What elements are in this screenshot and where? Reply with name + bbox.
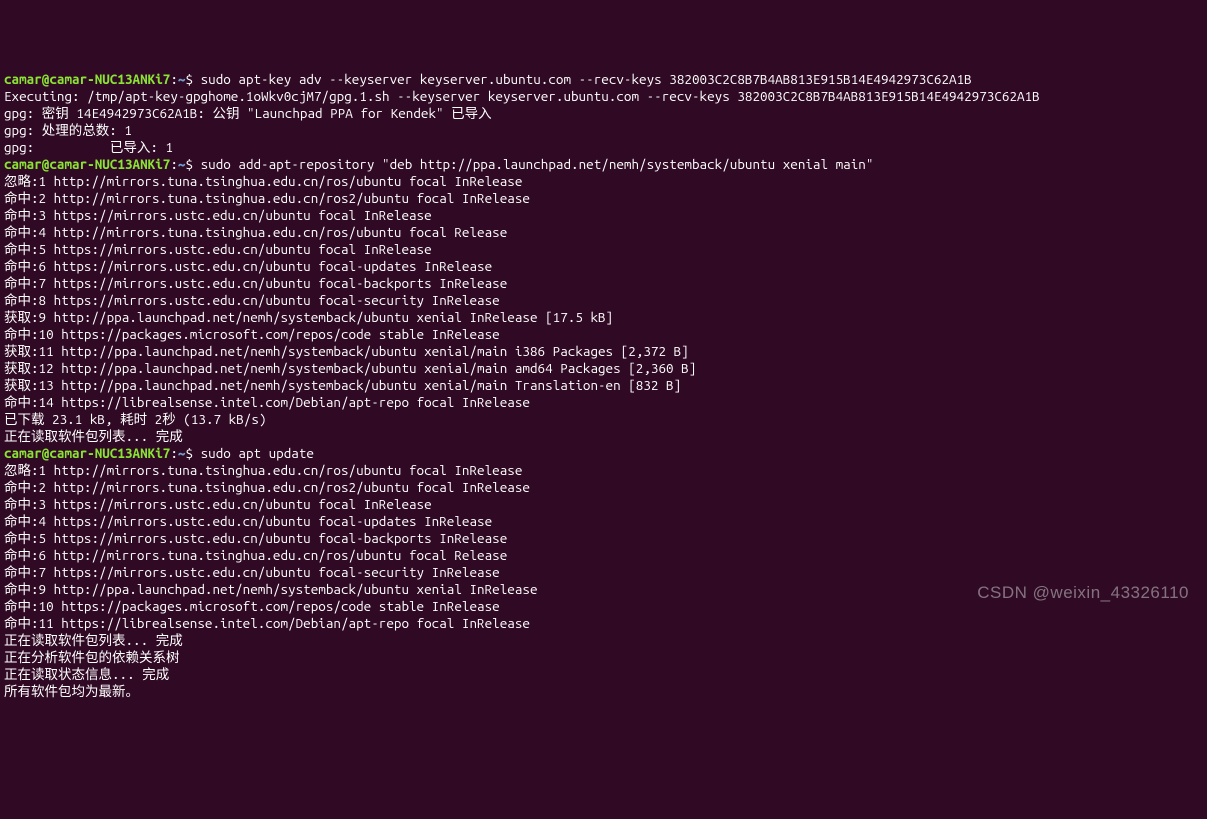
prompt-user-host: camar@camar-NUC13ANKi7 — [4, 71, 170, 87]
output-line: gpg: 密钥 14E4942973C62A1B: 公钥 "Launchpad … — [4, 105, 492, 121]
prompt-line-1: camar@camar-NUC13ANKi7:~$ sudo apt-key a… — [4, 71, 972, 87]
prompt-symbol: $ — [185, 445, 193, 461]
output-line: 命中:9 http://ppa.launchpad.net/nemh/syste… — [4, 581, 538, 597]
output-line: 所有软件包均为最新。 — [4, 683, 139, 699]
command-2: sudo add-apt-repository "deb http://ppa.… — [201, 156, 874, 172]
output-line: 获取:13 http://ppa.launchpad.net/nemh/syst… — [4, 377, 681, 393]
output-line: 命中:7 https://mirrors.ustc.edu.cn/ubuntu … — [4, 564, 500, 580]
output-line: 获取:11 http://ppa.launchpad.net/nemh/syst… — [4, 343, 689, 359]
prompt-symbol: $ — [185, 71, 193, 87]
prompt-user-host: camar@camar-NUC13ANKi7 — [4, 445, 170, 461]
command-3: sudo apt update — [201, 445, 314, 461]
output-line: 忽略:1 http://mirrors.tuna.tsinghua.edu.cn… — [4, 173, 522, 189]
output-line: 正在读取软件包列表... 完成 — [4, 632, 183, 648]
output-line: 命中:3 https://mirrors.ustc.edu.cn/ubuntu … — [4, 207, 432, 223]
output-line: 正在读取软件包列表... 完成 — [4, 428, 183, 444]
output-line: 获取:12 http://ppa.launchpad.net/nemh/syst… — [4, 360, 696, 376]
output-line: 命中:2 http://mirrors.tuna.tsinghua.edu.cn… — [4, 190, 530, 206]
output-line: 忽略:1 http://mirrors.tuna.tsinghua.edu.cn… — [4, 462, 522, 478]
output-line: 已下载 23.1 kB, 耗时 2秒 (13.7 kB/s) — [4, 411, 266, 427]
output-line: Executing: /tmp/apt-key-gpghome.1oWkv0cj… — [4, 88, 1040, 104]
output-line: 命中:8 https://mirrors.ustc.edu.cn/ubuntu … — [4, 292, 500, 308]
output-line: 命中:5 https://mirrors.ustc.edu.cn/ubuntu … — [4, 530, 507, 546]
output-line: 命中:6 https://mirrors.ustc.edu.cn/ubuntu … — [4, 258, 492, 274]
output-line: 命中:2 http://mirrors.tuna.tsinghua.edu.cn… — [4, 479, 530, 495]
output-line: 命中:7 https://mirrors.ustc.edu.cn/ubuntu … — [4, 275, 507, 291]
output-line: 命中:6 http://mirrors.tuna.tsinghua.edu.cn… — [4, 547, 507, 563]
output-line: gpg: 处理的总数: 1 — [4, 122, 132, 138]
output-line: 命中:5 https://mirrors.ustc.edu.cn/ubuntu … — [4, 241, 432, 257]
terminal-content[interactable]: camar@camar-NUC13ANKi7:~$ sudo apt-key a… — [4, 71, 1203, 700]
prompt-line-3: camar@camar-NUC13ANKi7:~$ sudo apt updat… — [4, 445, 314, 461]
prompt-colon: : — [170, 156, 178, 172]
output-line: 命中:11 https://librealsense.intel.com/Deb… — [4, 615, 530, 631]
prompt-symbol: $ — [185, 156, 193, 172]
output-line: 正在读取状态信息... 完成 — [4, 666, 169, 682]
output-line: 正在分析软件包的依赖关系树 — [4, 649, 180, 665]
output-line: 命中:14 https://librealsense.intel.com/Deb… — [4, 394, 530, 410]
output-line: 获取:9 http://ppa.launchpad.net/nemh/syste… — [4, 309, 613, 325]
output-line: gpg: 已导入: 1 — [4, 139, 173, 155]
prompt-colon: : — [170, 71, 178, 87]
command-1: sudo apt-key adv --keyserver keyserver.u… — [201, 71, 972, 87]
prompt-user-host: camar@camar-NUC13ANKi7 — [4, 156, 170, 172]
watermark: CSDN @weixin_43326110 — [977, 584, 1189, 601]
output-line: 命中:10 https://packages.microsoft.com/rep… — [4, 326, 500, 342]
output-line: 命中:4 https://mirrors.ustc.edu.cn/ubuntu … — [4, 513, 492, 529]
prompt-line-2: camar@camar-NUC13ANKi7:~$ sudo add-apt-r… — [4, 156, 873, 172]
prompt-colon: : — [170, 445, 178, 461]
output-line: 命中:3 https://mirrors.ustc.edu.cn/ubuntu … — [4, 496, 432, 512]
output-line: 命中:4 http://mirrors.tuna.tsinghua.edu.cn… — [4, 224, 507, 240]
output-line: 命中:10 https://packages.microsoft.com/rep… — [4, 598, 500, 614]
